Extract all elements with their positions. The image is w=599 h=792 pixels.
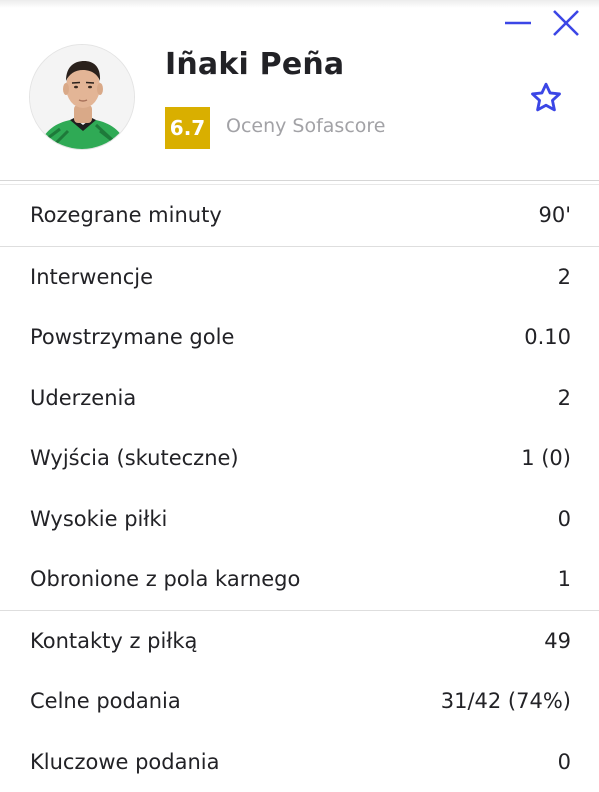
stat-row: Interwencje 2 [0, 247, 599, 308]
stat-value: 1 (0) [521, 446, 571, 471]
stat-label: Wysokie piłki [30, 506, 168, 531]
close-button[interactable] [551, 8, 581, 38]
stat-label: Rozegrane minuty [30, 203, 222, 228]
stat-row: Uderzenia 2 [0, 368, 599, 429]
stats-list: Rozegrane minuty 90' Interwencje 2 Powstrzym… [0, 185, 599, 792]
stat-value: 0 [557, 506, 571, 531]
player-name: Iñaki Peña [165, 47, 345, 82]
stat-value: 2 [557, 385, 571, 410]
window-controls [503, 8, 581, 38]
stat-label: Powstrzymane gole [30, 325, 235, 350]
stat-label: Celne podania [30, 689, 181, 714]
stat-row: Obronione z pola karnego 1 [0, 549, 599, 610]
stat-row: Wysokie piłki 0 [0, 489, 599, 550]
stat-group: Kontakty z piłką 49 Celne podania 31/42 (74… [0, 611, 599, 792]
stat-value: 49 [544, 628, 571, 653]
rating-badge: 6.7 [165, 107, 210, 149]
stat-row: Kontakty z piłką 49 [0, 611, 599, 672]
stat-label: Wyjścia (skuteczne) [30, 446, 239, 471]
stat-value: 0.10 [524, 325, 571, 350]
stat-row: Kluczowe podania 0 [0, 732, 599, 792]
stat-label: Uderzenia [30, 385, 137, 410]
stat-value: 90' [538, 203, 572, 228]
minus-icon [505, 21, 531, 25]
player-photo-icon [30, 45, 134, 149]
stat-value: 1 [557, 567, 571, 592]
stat-row: Rozegrane minuty 90' [0, 185, 599, 246]
stat-label: Obronione z pola karnego [30, 567, 301, 592]
stat-group: Rozegrane minuty 90' [0, 185, 599, 247]
stat-value: 31/42 (74%) [440, 689, 571, 714]
rating-label[interactable]: Oceny Sofascore [226, 115, 386, 137]
minimize-button[interactable] [503, 8, 533, 38]
stat-group: Interwencje 2 Powstrzymane gole 0.10 Uderzen… [0, 247, 599, 611]
close-icon [553, 10, 579, 36]
stat-label: Kontakty z piłką [30, 628, 198, 653]
favorite-button[interactable] [526, 78, 566, 118]
stat-label: Interwencje [30, 264, 153, 289]
stat-label: Kluczowe podania [30, 749, 220, 774]
stat-row: Powstrzymane gole 0.10 [0, 307, 599, 368]
star-outline-icon [531, 82, 561, 112]
stat-row: Celne podania 31/42 (74%) [0, 671, 599, 732]
stat-value: 0 [557, 749, 571, 774]
stat-value: 2 [557, 264, 571, 289]
stat-row: Wyjścia (skuteczne) 1 (0) [0, 428, 599, 489]
player-avatar [29, 44, 135, 150]
